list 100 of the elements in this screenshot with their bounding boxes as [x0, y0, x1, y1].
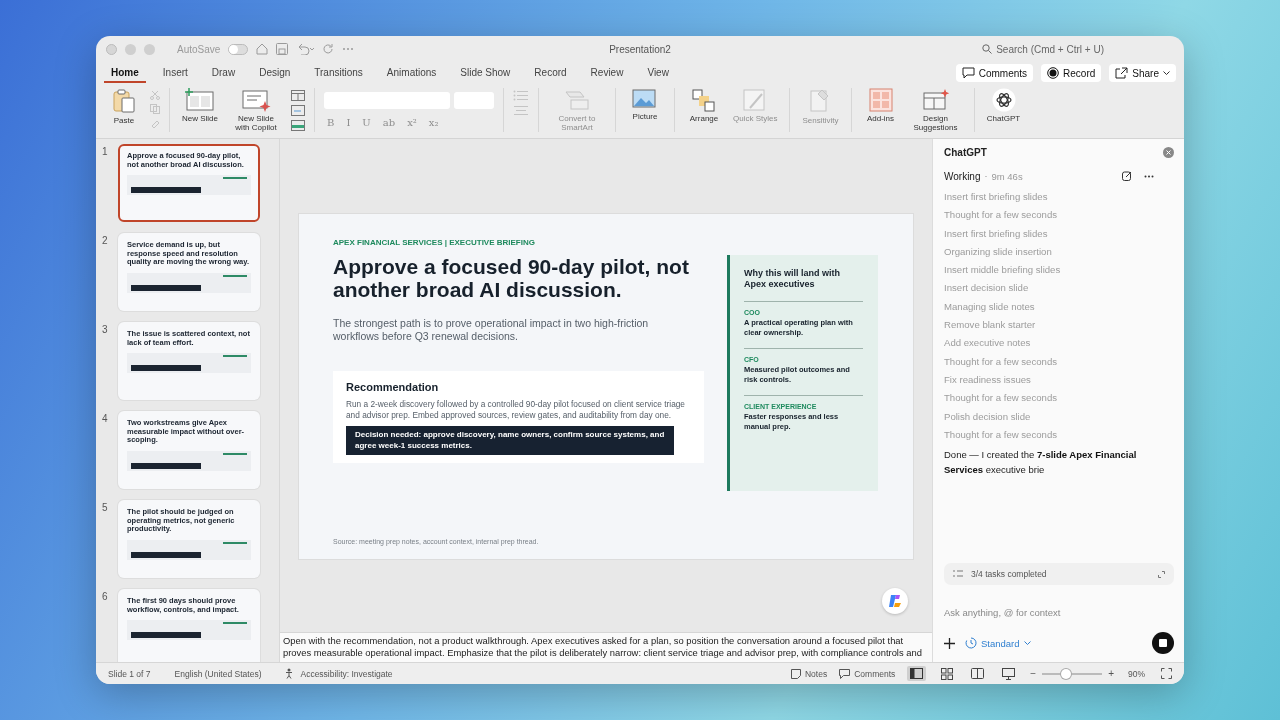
slide-number: 3	[102, 323, 109, 335]
slide-number: 4	[102, 412, 109, 424]
ribbon-button[interactable]: ChatGPT	[983, 86, 1024, 125]
progress-step: Insert first briefing slides	[944, 224, 1174, 243]
slide-number: 1	[102, 145, 109, 157]
expand-icon	[1158, 570, 1165, 578]
bullets-icon[interactable]	[513, 90, 529, 101]
reading-view-icon	[971, 668, 985, 679]
add-icon[interactable]	[944, 637, 955, 649]
comments-button[interactable]: Comments	[839, 668, 896, 679]
ribbon-button[interactable]: Add-ins	[860, 86, 901, 125]
sidebar-heading: Why this will land with Apex executives	[744, 268, 841, 291]
comment-icon	[961, 67, 975, 79]
progress-step: Fix readiness issues	[944, 370, 1174, 390]
ribbon-button[interactable]: Paste	[104, 86, 144, 127]
close-button[interactable]	[106, 43, 117, 55]
search-icon	[982, 44, 993, 54]
decision-banner: Decision needed: approve discovery, name owners, confirm source systems, and agree week-1 success metrics.	[346, 426, 674, 455]
more-icon[interactable]	[1144, 174, 1154, 178]
section-icon[interactable]	[291, 120, 305, 131]
ribbon-tab[interactable]: Animations	[379, 63, 444, 83]
speaker-notes[interactable]: Open with the recommendation, not a product walkthrough. Apex executives asked for a plan, so position the conversation around a focused pilot that proves measurable operational impact. Emphasize that the pilot is deliberately narrow: client service triage and advisor prep, with compliance controls and	[280, 632, 932, 662]
progress-step: Thought for a few seconds	[944, 389, 1174, 408]
ribbon-tab[interactable]: Draw	[204, 63, 243, 83]
ribbon-button[interactable]: Design Suggestions	[906, 86, 965, 134]
caret-icon	[1023, 640, 1031, 646]
slide-subtitle: The strongest path is to prove operational impact in two high-friction workflows before Q3 renewal decisions.	[333, 317, 650, 343]
progress-step: Remove blank starter	[944, 316, 1174, 335]
autosave-label: AutoSave	[177, 43, 221, 55]
slide-number: 6	[102, 590, 109, 602]
separator-dot: ·	[984, 171, 988, 181]
recommendation-text: Run a 2-week discovery followed by a controlled 90-day pilot focused on client service triage and advisor prep. Embed approved sources, review gates, and auditability from day one.	[346, 399, 686, 420]
scissors-icon[interactable]	[150, 90, 160, 100]
zoom-out-button[interactable]: −	[1030, 668, 1037, 679]
fit-to-window-icon[interactable]	[1161, 668, 1172, 679]
progress-step: Thought for a few seconds	[944, 352, 1174, 371]
ribbon-tab[interactable]: Review	[583, 63, 631, 83]
accessibility-button[interactable]: Accessibility: Investigate	[285, 668, 393, 679]
smartart-icon	[563, 88, 591, 112]
slide-canvas[interactable]	[299, 214, 913, 559]
brush-icon[interactable]	[150, 118, 160, 128]
ribbon-button[interactable]: Picture	[625, 86, 665, 123]
ribbon-button[interactable]: Arrange	[684, 86, 724, 125]
mode-selector[interactable]: Standard	[965, 637, 1031, 649]
copy-icon[interactable]	[150, 104, 160, 114]
search-field[interactable]: Search (Cmd + Ctrl + U)	[982, 43, 1104, 55]
progress-step: Insert middle briefing slides	[944, 261, 1174, 280]
stop-button[interactable]	[1152, 632, 1174, 654]
spinner-icon	[965, 637, 977, 649]
autosave-toggle[interactable]	[228, 43, 249, 55]
maximize-button[interactable]	[144, 43, 155, 55]
ribbon-tab[interactable]: Insert	[155, 63, 195, 83]
slide-kicker: APEX FINANCIAL SERVICES | EXECUTIVE BRIEFING	[333, 238, 536, 247]
ribbon-tab[interactable]: Slide Show	[453, 63, 518, 83]
elapsed-time: 9m 46s	[991, 170, 1023, 182]
assistant-message: Done — I created the 7-slide Apex Financial Services executive brie	[944, 448, 1138, 478]
design-sparkle-icon	[921, 88, 950, 112]
panel-title: ChatGPT	[944, 146, 987, 158]
progress-step: Managing slide notes	[944, 297, 1174, 317]
redo-icon[interactable]	[322, 43, 335, 55]
save-icon[interactable]	[276, 43, 289, 55]
ribbon-tab[interactable]: Home	[104, 63, 146, 83]
zoom-level: 90%	[1128, 668, 1145, 679]
slide-counter: Slide 1 of 7	[108, 668, 151, 679]
copilot-icon	[888, 594, 902, 608]
close-icon[interactable]	[1163, 146, 1174, 158]
notes-button[interactable]: Notes	[791, 668, 828, 679]
ribbon-tab[interactable]: Transitions	[307, 63, 370, 83]
share-button[interactable]: Share	[1109, 64, 1176, 82]
slide-sparkle-icon	[241, 88, 271, 112]
record-button[interactable]: Record	[1041, 64, 1102, 82]
view-button[interactable]	[907, 666, 927, 681]
edit-icon[interactable]	[1122, 171, 1132, 181]
slide-number: 2	[102, 234, 109, 246]
align-icon[interactable]	[513, 105, 529, 116]
undo-icon[interactable]	[296, 43, 315, 55]
language-status[interactable]: English (United States)	[174, 668, 262, 679]
ribbon-tab[interactable]: Design	[252, 63, 298, 83]
ribbon-button[interactable]: New Slide with Copilot	[227, 86, 285, 134]
ribbon-tab[interactable]: Record	[527, 63, 574, 83]
tasks-summary[interactable]: 3/4 tasks completed	[944, 563, 1174, 585]
ribbon-button[interactable]: New Slide	[179, 86, 221, 125]
progress-step: Add executive notes	[944, 334, 1174, 353]
picture-icon	[632, 88, 658, 110]
comments-button[interactable]: Comments	[955, 64, 1034, 82]
caret-icon	[1163, 70, 1170, 76]
ribbon-tab[interactable]: View	[640, 63, 676, 83]
copilot-button[interactable]	[882, 588, 908, 614]
grid-icon	[868, 88, 893, 112]
clipboard-icon	[111, 88, 137, 114]
home-icon[interactable]	[256, 43, 269, 55]
new-slide-icon	[185, 88, 215, 112]
zoom-slider-thumb[interactable]	[1061, 668, 1072, 679]
progress-step: Polish decision slide	[944, 407, 1174, 426]
layout-icon[interactable]	[291, 90, 305, 101]
minimize-button[interactable]	[125, 43, 136, 55]
comment-icon	[839, 668, 851, 679]
zoom-in-button[interactable]: +	[1108, 668, 1114, 679]
share-icon	[1115, 67, 1129, 79]
chat-input[interactable]: Ask anything, @ for context	[944, 603, 1174, 622]
